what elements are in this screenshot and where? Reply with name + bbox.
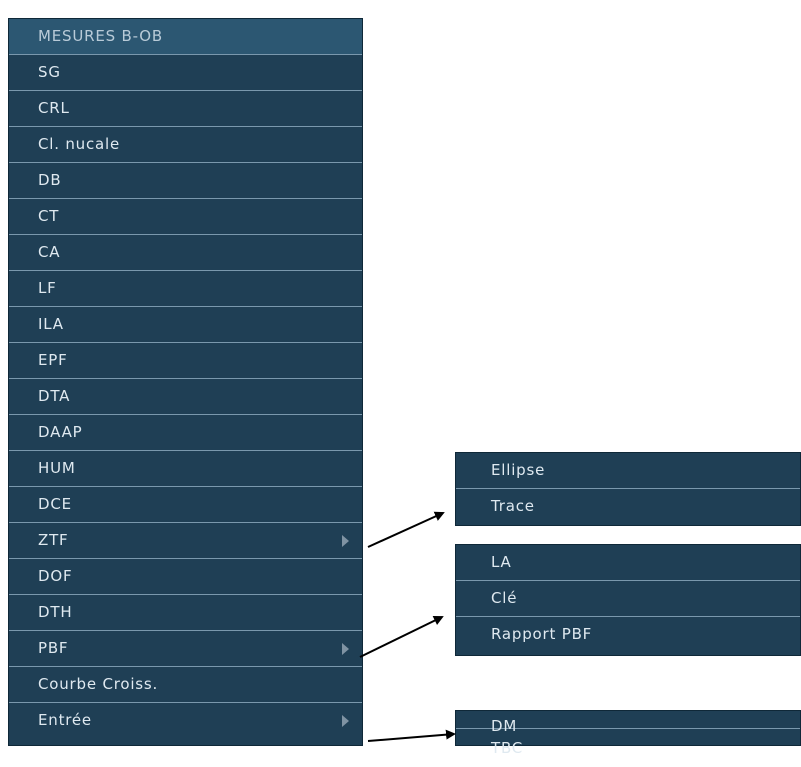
menu-item-ct[interactable]: CT [9,199,362,235]
triangle-right-icon [342,643,349,655]
submenu-item-dm[interactable]: DM [456,711,800,735]
submenu-entree: DM TBC [455,710,801,757]
menu-item-hum[interactable]: HUM [9,451,362,487]
submenu-item-la[interactable]: LA [456,545,800,581]
menu-item-ila[interactable]: ILA [9,307,362,343]
menu-item-label: EPF [38,351,68,369]
submenu-item-rapport-pbf[interactable]: Rapport PBF [456,617,800,653]
menu-item-dof[interactable]: DOF [9,559,362,595]
menu-item-epf[interactable]: EPF [9,343,362,379]
menu-item-label: Courbe Croiss. [38,675,159,693]
menu-item-crl[interactable]: CRL [9,91,362,127]
submenu-item-cle[interactable]: Clé [456,581,800,617]
submenu-item-ellipse[interactable]: Ellipse [456,453,800,489]
menu-item-label: CRL [38,99,70,117]
menu-item-dce[interactable]: DCE [9,487,362,523]
menu-item-label: Entrée [38,711,92,729]
menu-item-pbf[interactable]: PBF [9,631,362,667]
menu-item-sg[interactable]: SG [9,55,362,91]
menu-item-label: ZTF [38,531,69,549]
menu-item-dta[interactable]: DTA [9,379,362,415]
menu-item-label: PBF [38,639,69,657]
menu-item-daap[interactable]: DAAP [9,415,362,451]
submenu-item-tbc[interactable]: TBC [456,729,800,757]
menu-header: MESURES B-OB [9,19,362,55]
submenu-item-trace[interactable]: Trace [456,489,800,525]
menu-item-label: ILA [38,315,64,333]
menu-item-cl-nucale[interactable]: Cl. nucale [9,127,362,163]
menu-item-lf[interactable]: LF [9,271,362,307]
triangle-right-icon [342,715,349,727]
submenu-pbf: LA Clé Rapport PBF [455,544,801,656]
menu-item-label: DTH [38,603,73,621]
menu-item-label: CT [38,207,60,225]
arrow-icon [367,729,456,742]
triangle-right-icon [342,535,349,547]
menu-item-ztf[interactable]: ZTF [9,523,362,559]
measurements-menu: MESURES B-OB SG CRL Cl. nucale DB CT CA … [8,18,363,746]
menu-item-dth[interactable]: DTH [9,595,362,631]
menu-item-ca[interactable]: CA [9,235,362,271]
menu-item-label: Cl. nucale [38,135,121,153]
arrow-icon [367,511,445,548]
menu-item-label: HUM [38,459,76,477]
menu-item-label: CA [38,243,61,261]
menu-item-entree[interactable]: Entrée [9,703,362,739]
menu-item-label: LF [38,279,57,297]
submenu-ztf: Ellipse Trace [455,452,801,526]
menu-item-courbe-croiss[interactable]: Courbe Croiss. [9,667,362,703]
menu-item-db[interactable]: DB [9,163,362,199]
arrow-icon [359,616,444,658]
menu-item-label: DOF [38,567,73,585]
menu-item-label: DTA [38,387,71,405]
menu-item-label: SG [38,63,61,81]
menu-item-label: DB [38,171,62,189]
menu-item-label: DAAP [38,423,83,441]
menu-item-label: DCE [38,495,72,513]
